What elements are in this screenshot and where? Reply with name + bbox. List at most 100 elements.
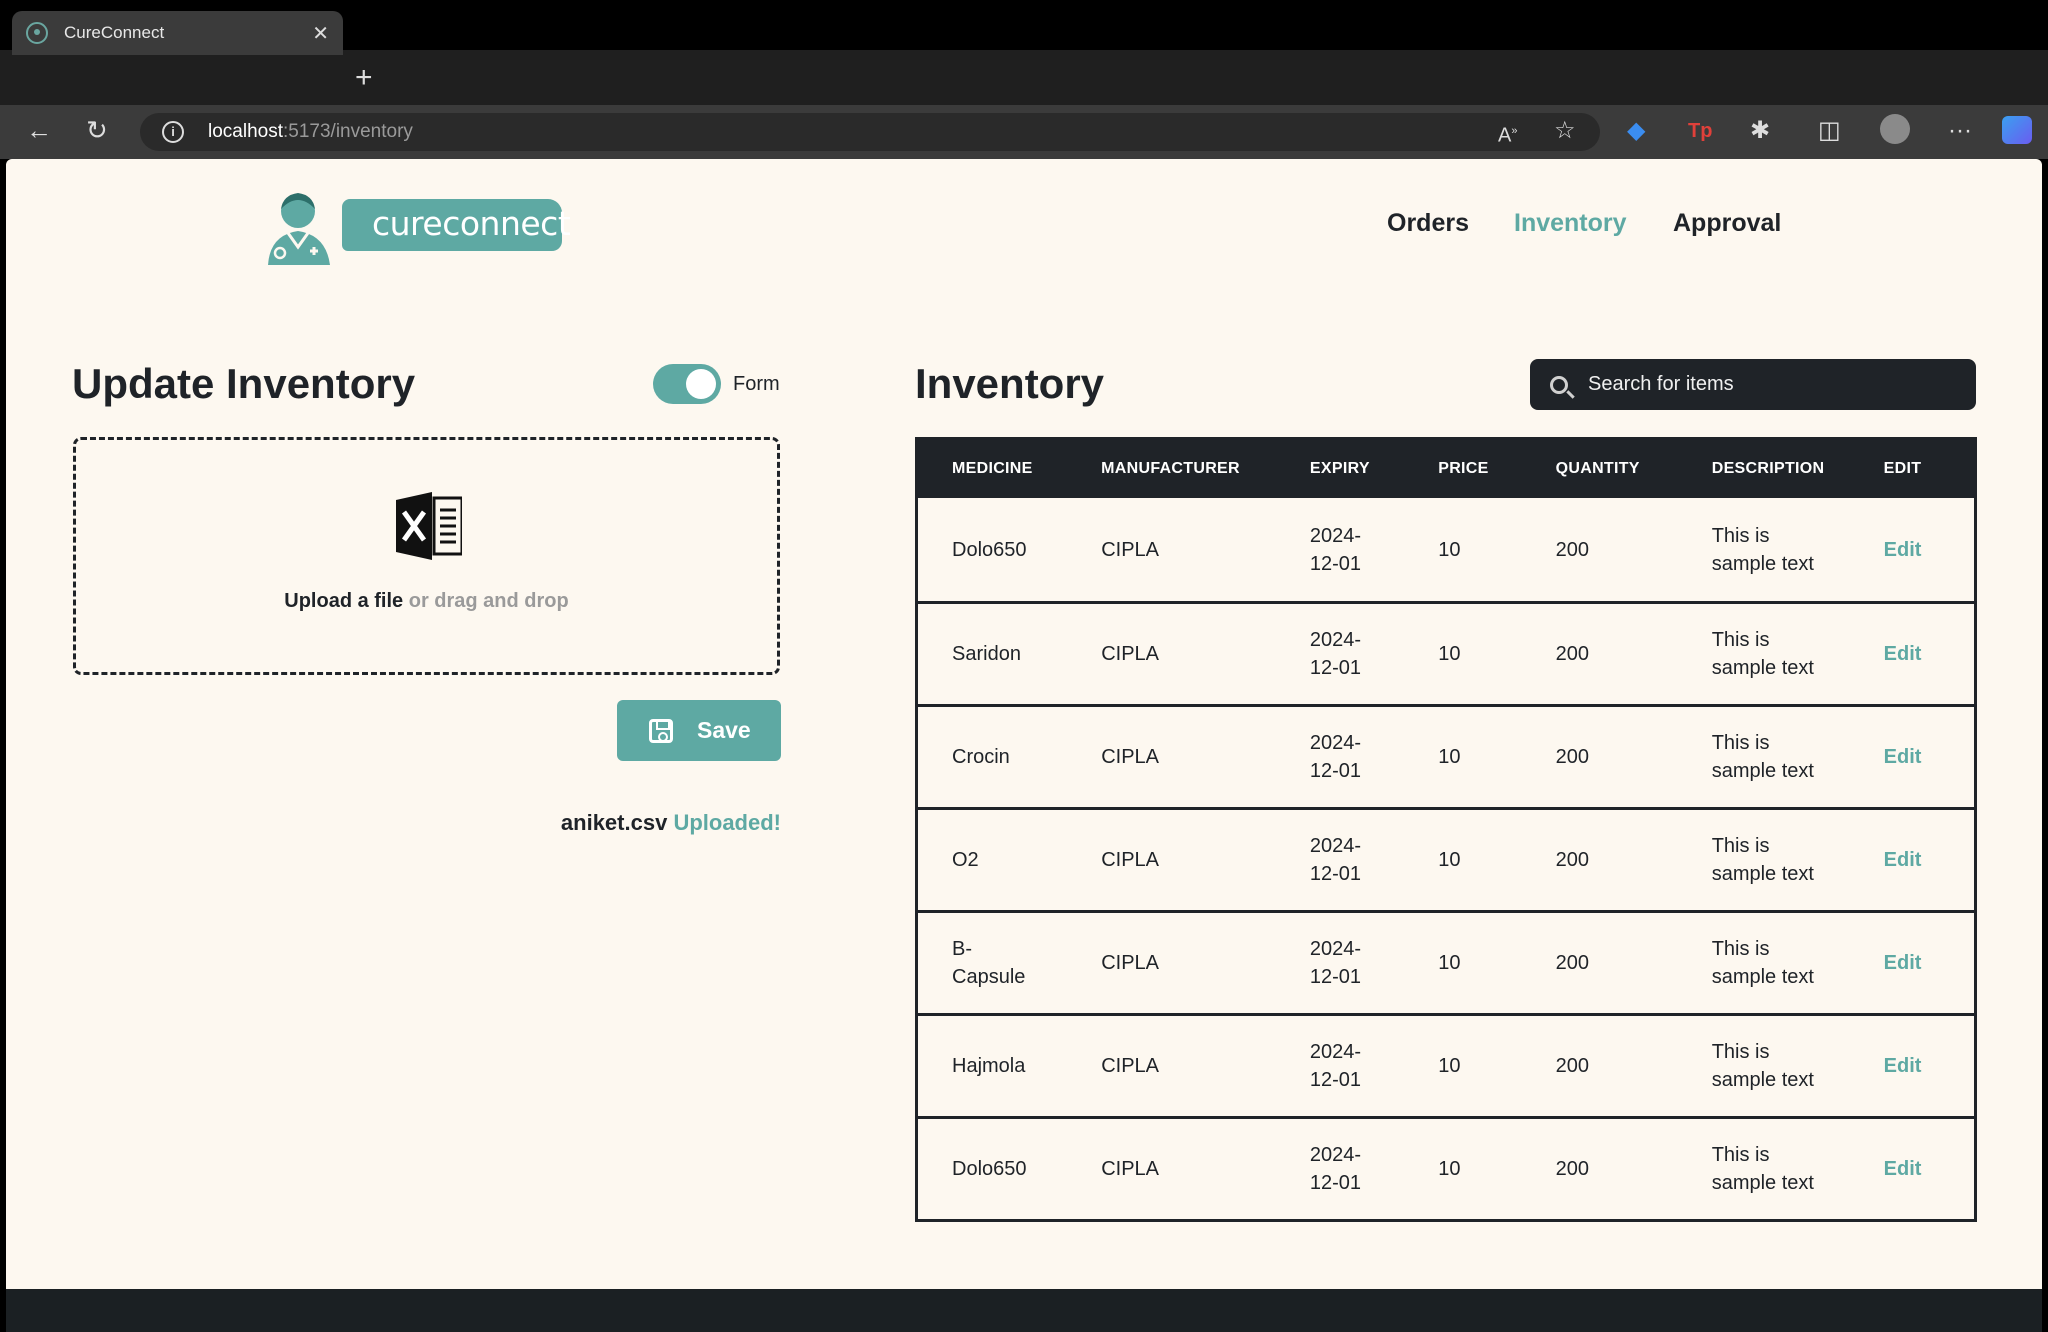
medicine-name: Hajmola: [952, 1055, 1026, 1077]
new-tab-button[interactable]: +: [355, 63, 373, 93]
search-input[interactable]: [1588, 373, 1968, 396]
cell-quantity: 200: [1555, 538, 1589, 561]
table-row: Hajmola CIPLA 2024-12-01 10 200 This is sampl…: [918, 1013, 1974, 1116]
edit-link[interactable]: Edit: [1860, 536, 1974, 564]
cell-quantity: 200: [1555, 643, 1589, 665]
expiry-date: 2024-12-01: [1309, 524, 1362, 575]
medicine-name: Dolo650: [952, 538, 1027, 561]
site-info-icon[interactable]: i: [162, 121, 184, 143]
split-screen-icon[interactable]: ◫: [1818, 117, 1841, 145]
description-text: This is sample text: [1711, 524, 1814, 575]
extensions-puzzle-icon[interactable]: ✱: [1750, 117, 1770, 145]
cureconnect-favicon-icon: [26, 22, 48, 44]
cell-manufacturer: CIPLA: [1101, 1055, 1160, 1077]
update-inventory-title: Update Inventory: [72, 360, 416, 407]
edit-link[interactable]: Edit: [1860, 949, 1974, 977]
form-mode-toggle[interactable]: [653, 364, 721, 404]
upload-status: aniket.csv Uploaded!: [406, 810, 781, 836]
nav-approval[interactable]: Approval: [1673, 209, 1781, 238]
cell-description: This is sample text: [1678, 1141, 1860, 1197]
uploaded-file-name: aniket.csv: [560, 810, 668, 835]
read-aloud-icon[interactable]: A»: [1498, 117, 1517, 150]
cell-quantity: 200: [1555, 1055, 1589, 1077]
toggle-knob: [686, 369, 716, 399]
table-row: O2 CIPLA 2024-12-01 10 200 This is sample tex…: [918, 807, 1974, 910]
edit-link[interactable]: Edit: [1860, 1052, 1974, 1080]
more-menu-icon[interactable]: ···: [1948, 117, 1972, 145]
cell-manufacturer: CIPLA: [1101, 538, 1160, 561]
cell-price: 10: [1438, 1158, 1461, 1180]
reload-icon[interactable]: ↻: [86, 115, 108, 145]
back-arrow-icon[interactable]: ←: [26, 115, 52, 145]
extension-tp-icon[interactable]: Tp: [1688, 117, 1712, 145]
cell-price: 10: [1438, 746, 1461, 768]
cell-medicine: Saridon: [918, 640, 1067, 668]
upload-instructions: Upload a file or drag and drop: [76, 590, 777, 613]
edit-link[interactable]: Edit: [1860, 743, 1974, 771]
table-row: Crocin CIPLA 2024-12-01 10 200 This is sample…: [918, 704, 1974, 807]
description-text: This is sample text: [1711, 732, 1814, 782]
description-text: This is sample text: [1711, 835, 1814, 885]
upload-file-link[interactable]: Upload a file: [284, 590, 403, 612]
cell-price: 10: [1438, 643, 1461, 665]
floppy-disk-icon: [649, 718, 673, 743]
cell-manufacturer: CIPLA: [1101, 1158, 1160, 1180]
cell-medicine: Hajmola: [918, 1052, 1067, 1080]
copilot-icon[interactable]: [2002, 116, 2032, 144]
excel-file-icon: [396, 492, 462, 560]
expiry-date: 2024-12-01: [1309, 1041, 1362, 1091]
cell-expiry: 2024-12-01: [1276, 626, 1404, 682]
expiry-date: 2024-12-01: [1309, 629, 1362, 679]
col-manufacturer: MANUFACTURER: [1101, 460, 1240, 477]
cell-medicine: Dolo650: [918, 536, 1067, 564]
search-bar[interactable]: [1530, 359, 1976, 410]
col-medicine: MEDICINE: [952, 460, 1033, 477]
cell-manufacturer: CIPLA: [1101, 746, 1160, 768]
cell-expiry: 2024-12-01: [1276, 832, 1404, 888]
table-row: Saridon CIPLA 2024-12-01 10 200 This is sampl…: [918, 601, 1974, 704]
col-description: DESCRIPTION: [1711, 460, 1825, 477]
save-button[interactable]: Save: [617, 700, 781, 761]
cell-price: 10: [1438, 538, 1461, 561]
cell-price: 10: [1438, 952, 1461, 974]
cell-manufacturer: CIPLA: [1101, 849, 1160, 871]
cell-quantity: 200: [1555, 1158, 1589, 1180]
col-quantity: QUANTITY: [1555, 460, 1640, 477]
description-text: This is sample text: [1711, 1144, 1814, 1194]
save-button-label: Save: [697, 717, 751, 743]
medicine-name: B-Capsule: [952, 938, 1026, 988]
cell-quantity: 200: [1555, 952, 1589, 974]
cell-medicine: B-Capsule: [918, 935, 1067, 991]
edit-link[interactable]: Edit: [1860, 640, 1974, 668]
close-tab-icon[interactable]: ✕: [312, 21, 329, 46]
cureconnect-logo[interactable]: cureconnect: [266, 185, 571, 269]
cell-medicine: O2: [918, 846, 1067, 874]
browser-tab[interactable]: CureConnect ✕: [12, 11, 343, 55]
table-row: B-Capsule CIPLA 2024-12-01 10 200 This is sam…: [918, 910, 1974, 1013]
cell-expiry: 2024-12-01: [1276, 935, 1404, 991]
file-dropzone[interactable]: Upload a file or drag and drop: [73, 437, 780, 675]
edit-link[interactable]: Edit: [1860, 1155, 1974, 1183]
extension-gem-icon[interactable]: ◆: [1627, 117, 1645, 145]
tab-strip: [0, 50, 2048, 105]
expiry-date: 2024-12-01: [1309, 1144, 1362, 1194]
app-page: cureconnect Orders Inventory Approval Up…: [6, 159, 2042, 1289]
table-row: Dolo650 CIPLA 2024-12-01 10 200 This is sampl…: [918, 498, 1974, 601]
url-path: :5173/inventory: [283, 121, 413, 142]
cell-expiry: 2024-12-01: [1276, 1038, 1404, 1094]
nav-inventory[interactable]: Inventory: [1514, 209, 1627, 238]
cell-description: This is sample text: [1678, 832, 1860, 888]
favorite-star-icon[interactable]: ☆: [1554, 117, 1576, 145]
description-text: This is sample text: [1711, 938, 1814, 988]
cell-medicine: Crocin: [918, 743, 1067, 771]
expiry-date: 2024-12-01: [1309, 835, 1362, 885]
nav-orders[interactable]: Orders: [1387, 209, 1469, 238]
edit-link[interactable]: Edit: [1860, 846, 1974, 874]
col-price: PRICE: [1438, 460, 1489, 477]
medicine-name: O2: [952, 849, 979, 871]
profile-avatar-icon[interactable]: [1880, 114, 1910, 144]
tab-title: CureConnect: [64, 23, 165, 42]
cell-description: This is sample text: [1678, 729, 1860, 785]
address-bar[interactable]: i localhost:5173/inventory: [140, 113, 1600, 151]
cell-description: This is sample text: [1678, 626, 1860, 682]
